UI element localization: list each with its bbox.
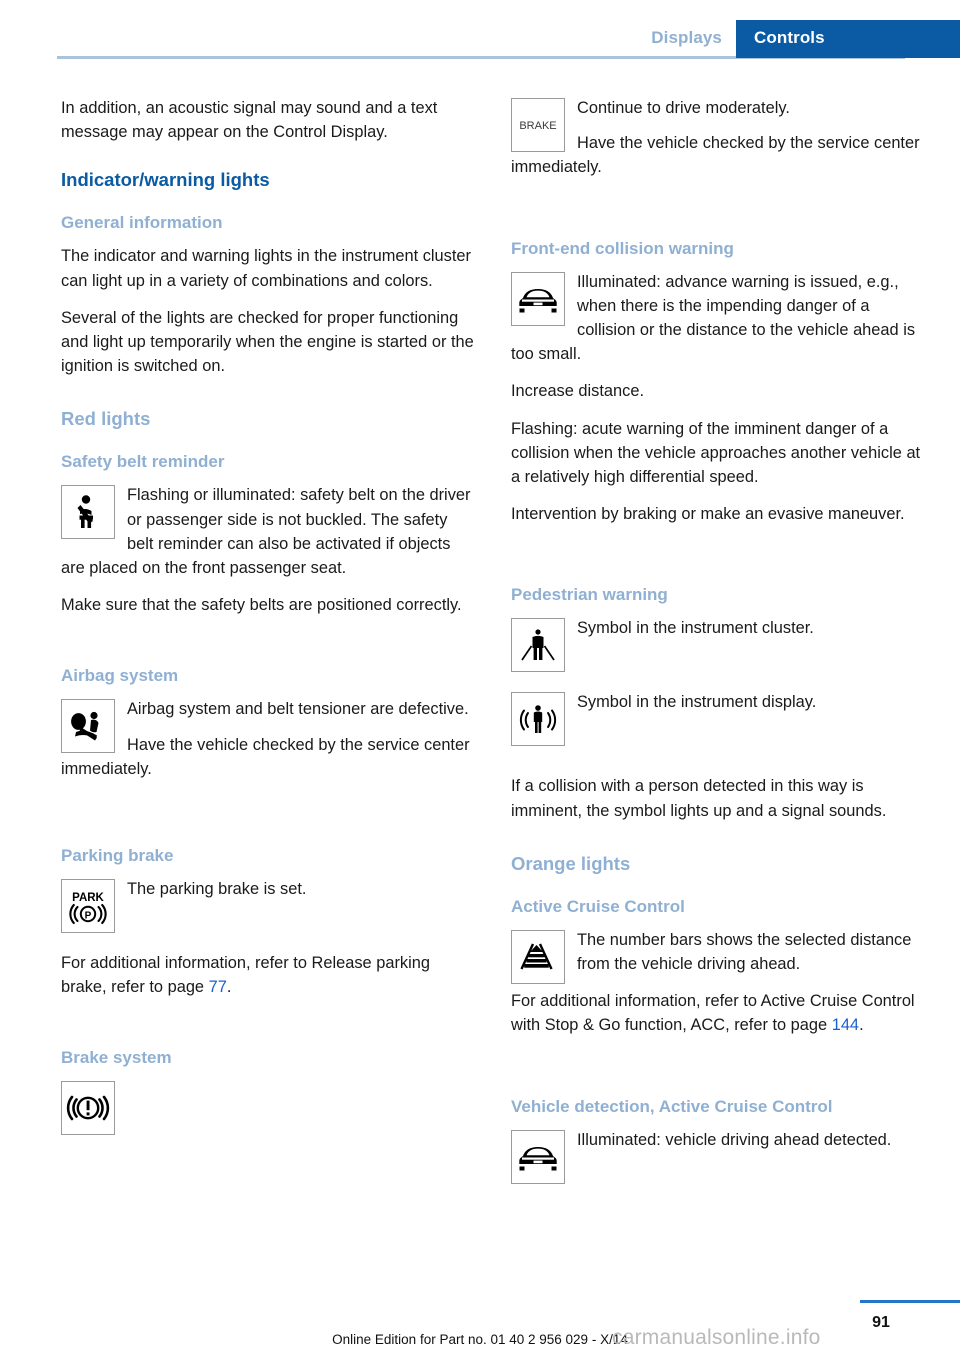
acc-ref-after: . [859,1016,864,1035]
safety-belt-paragraph-1: Flashing or illuminated: safety belt on … [61,486,471,578]
safety-belt-block: Flashing or illuminated: safety belt on … [61,483,474,591]
heading-vehicle-detection: Vehicle detection, Active Cruise Control [511,1096,833,1116]
pedestrian-display-text: Symbol in the instrument display. [577,693,817,712]
front-end-collision-paragraph-3: Flashing: acute warning of the imminent … [511,419,921,487]
brake-system-block [61,1079,474,1137]
pedestrian-cluster-text: Symbol in the instrument cluster. [577,619,814,638]
active-cruise-control-paragraph-1: The number bars shows the selected dista… [577,930,912,974]
tab-displays[interactable]: Displays [651,28,722,48]
parking-brake-ref-after: . [226,978,232,997]
heading-brake-system: Brake system [61,1048,172,1068]
brake-continued-paragraph-2: Have the vehicle checked by the service … [511,134,920,177]
heading-red-lights: Red lights [61,408,151,430]
parking-brake-paragraph-2: For additional information, refer to Rel… [61,951,474,999]
acc-distance-bars-icon [511,929,565,984]
pedestrian-cluster-block: Symbol in the instrument cluster. [511,616,924,674]
active-cruise-control-paragraph-2: For additional information, refer to Act… [511,989,924,1037]
right-column: BRAKE Continue to drive moderately. Have… [511,96,924,1188]
brake-continued-block: BRAKE Continue to drive moderately. Have… [511,96,924,191]
safety-belt-paragraph-2: Make sure that the safety belts are posi… [61,596,462,615]
vehicle-detection-paragraph-1: Illuminated: vehicle driving ahead detec… [577,1130,892,1149]
brake-warning-icon [61,1081,115,1136]
brake-text-icon: BRAKE [511,98,565,152]
airbag-paragraph-1: Airbag system and belt tensioner are def… [127,700,469,719]
parking-brake-paragraph-1: The parking brake is set. [127,880,307,899]
brake-continued-paragraph-1: Continue to drive moderately. [577,99,790,117]
general-info-paragraph-1: The indicator and warning lights in the … [61,247,471,290]
seatbelt-reminder-icon [61,485,115,540]
svg-text:P: P [85,910,92,921]
airbag-system-icon [61,699,115,754]
page-reference-77[interactable]: 77 [209,978,227,996]
footer-rule [860,1300,960,1303]
parking-brake-block: PARK P The parking brake is set. [61,877,474,935]
page-number: 91 [872,1314,890,1331]
front-end-collision-paragraph-1: Illuminated: advance warning is issued, … [511,272,916,364]
front-end-collision-paragraph-4: Intervention by braking or make an evasi… [511,505,905,524]
front-end-collision-paragraph-2: Increase distance. [511,382,645,401]
tab-controls-label: Controls [754,28,825,47]
parking-brake-ref-before: For additional information, refer to Rel… [61,954,430,997]
intro-paragraph: In addition, an acoustic signal may soun… [61,99,438,142]
page-title: Indicator/warning lights [61,169,270,191]
brake-icon-text: BRAKE [519,120,556,132]
heading-front-end-collision-warning: Front-end collision warning [511,238,734,258]
page-reference-144[interactable]: 144 [832,1016,859,1034]
watermark: carmanualsonline.info [612,1326,821,1349]
airbag-block: Airbag system and belt tensioner are def… [61,697,474,792]
front-end-collision-block: Illuminated: advance warning is issued, … [511,270,924,378]
car-front-detected-icon [511,1129,565,1184]
pedestrian-warning-paragraph-1: If a collision with a person detected in… [511,777,887,820]
heading-orange-lights: Orange lights [511,852,631,874]
airbag-paragraph-2: Have the vehicle checked by the service … [61,735,470,778]
active-cruise-control-block: The number bars shows the selected dista… [511,928,924,987]
heading-airbag-system: Airbag system [61,666,179,686]
heading-safety-belt-reminder: Safety belt reminder [61,452,225,472]
heading-parking-brake: Parking brake [61,846,174,866]
pedestrian-display-block: Symbol in the instrument display. [511,690,924,748]
heading-general-information: General information [61,213,223,233]
car-front-collision-icon [511,271,565,326]
park-icon-text: PARK [72,892,104,904]
heading-active-cruise-control: Active Cruise Control [511,896,685,916]
page-header: Displays Controls [0,0,960,62]
pedestrian-cluster-icon [511,618,565,673]
left-column: In addition, an acoustic signal may soun… [61,96,474,1139]
general-info-paragraph-2: Several of the lights are checked for pr… [61,308,474,376]
park-brake-icon: PARK P [61,879,115,934]
heading-pedestrian-warning: Pedestrian warning [511,585,668,605]
vehicle-detection-block: Illuminated: vehicle driving ahead detec… [511,1128,924,1186]
tab-controls[interactable]: Controls [736,20,960,58]
pedestrian-display-icon [511,692,565,747]
